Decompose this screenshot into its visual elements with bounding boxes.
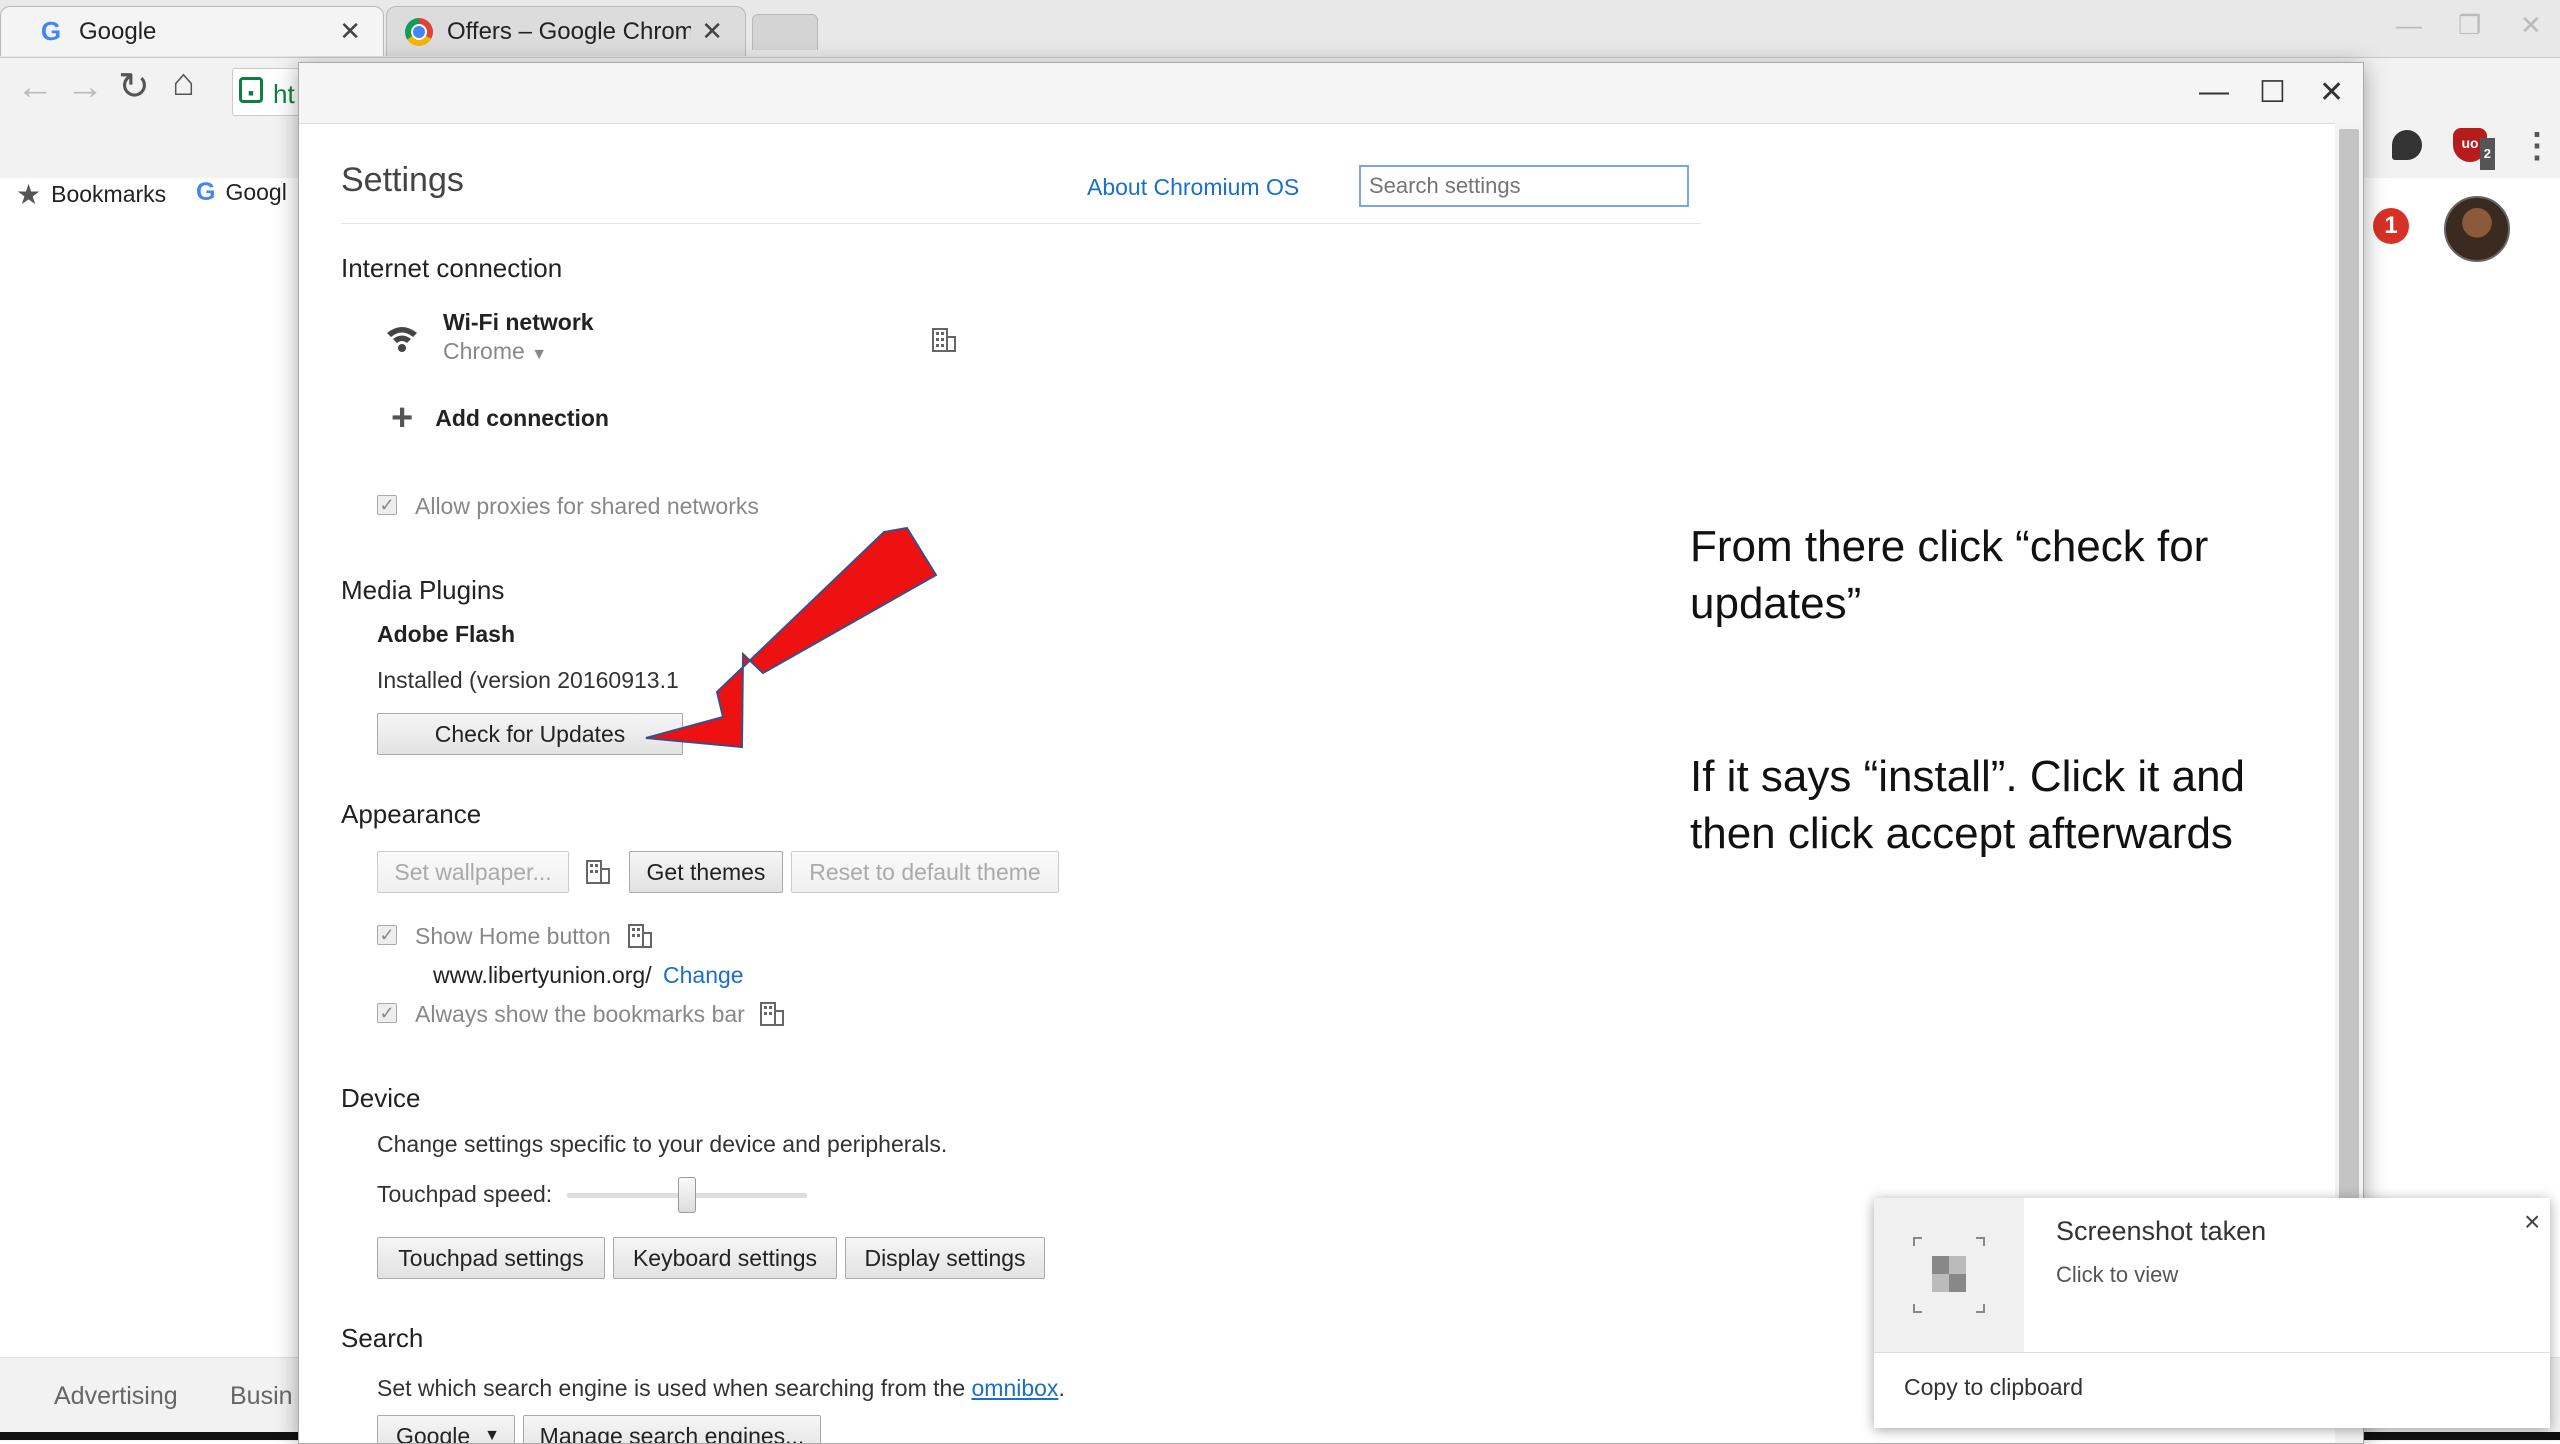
appearance-heading: Appearance bbox=[341, 799, 481, 830]
about-chromium-link[interactable]: About Chromium OS bbox=[1087, 174, 1299, 201]
device-description: Change settings specific to your device … bbox=[377, 1131, 947, 1158]
annotation-text-1: From there click “check for updates” bbox=[1690, 518, 2310, 632]
screenshot-toast[interactable]: Screenshot taken Click to view × Copy to… bbox=[1874, 1198, 2550, 1428]
add-connection-button[interactable]: + Add connection bbox=[391, 403, 609, 433]
wifi-icon bbox=[385, 325, 419, 353]
enterprise-policy-icon bbox=[627, 923, 653, 949]
home-icon[interactable]: ⌂ bbox=[172, 62, 195, 105]
enterprise-policy-icon bbox=[585, 859, 611, 885]
screenshot-thumbnail[interactable] bbox=[1874, 1198, 2024, 1352]
bookmark-label: Bookmarks bbox=[51, 181, 166, 208]
omnibox-url: ht bbox=[273, 79, 295, 110]
tab-offers[interactable]: Offers – Google Chrome ✕ bbox=[386, 6, 746, 56]
ublock-extension-icon[interactable]: uo2 bbox=[2453, 128, 2487, 162]
divider bbox=[341, 223, 1701, 224]
copy-to-clipboard-button[interactable]: Copy to clipboard bbox=[1904, 1374, 2083, 1401]
tab-strip: G Google ✕ Offers – Google Chrome ✕ — ❐ … bbox=[0, 0, 2560, 58]
footer-link-business[interactable]: Busin bbox=[230, 1382, 293, 1411]
extension-badge: 2 bbox=[2480, 138, 2495, 170]
search-settings-input[interactable] bbox=[1359, 165, 1689, 207]
restore-icon[interactable]: ❐ bbox=[2458, 10, 2481, 41]
plus-icon: + bbox=[391, 403, 413, 433]
media-plugins-heading: Media Plugins bbox=[341, 575, 504, 606]
maximize-icon[interactable]: ☐ bbox=[2259, 75, 2286, 110]
omnibox-link[interactable]: omnibox bbox=[972, 1375, 1059, 1401]
add-connection-label: Add connection bbox=[435, 405, 609, 432]
get-themes-button[interactable]: Get themes bbox=[629, 851, 783, 893]
star-icon: ★ bbox=[16, 178, 41, 211]
internet-heading: Internet connection bbox=[341, 253, 562, 284]
toast-subtitle[interactable]: Click to view bbox=[2056, 1262, 2178, 1288]
show-home-checkbox[interactable]: ✓ bbox=[377, 925, 397, 945]
settings-titlebar: — ☐ ✕ bbox=[299, 63, 2363, 124]
search-heading: Search bbox=[341, 1323, 423, 1354]
network-name: Wi-Fi network bbox=[443, 309, 594, 336]
chevron-down-icon: ▼ bbox=[484, 1427, 500, 1444]
red-arrow-annotation bbox=[640, 510, 960, 770]
show-bookmarks-checkbox[interactable]: ✓ bbox=[377, 1003, 397, 1023]
home-url: www.libertyunion.org/ bbox=[433, 962, 652, 989]
search-description: Set which search engine is used when sea… bbox=[377, 1375, 1065, 1402]
bookmark-label: Googl bbox=[225, 179, 286, 206]
plugin-name: Adobe Flash bbox=[377, 621, 515, 648]
footer-link-advertising[interactable]: Advertising bbox=[54, 1382, 178, 1411]
network-sub: Chrome ▼ bbox=[443, 338, 594, 365]
close-icon[interactable]: × bbox=[2524, 1206, 2540, 1238]
wifi-network-item[interactable]: Wi-Fi network Chrome ▼ bbox=[443, 309, 594, 365]
enterprise-policy-icon bbox=[759, 1001, 785, 1027]
reset-theme-button[interactable]: Reset to default theme bbox=[791, 851, 1059, 893]
lock-icon: ▪ bbox=[239, 77, 263, 103]
show-bookmarks-label: Always show the bookmarks bar bbox=[415, 1001, 745, 1028]
search-description-end: . bbox=[1058, 1375, 1064, 1401]
tab-google[interactable]: G Google ✕ bbox=[0, 6, 384, 56]
allow-proxies-checkbox[interactable]: ✓ bbox=[377, 495, 397, 515]
close-icon[interactable]: ✕ bbox=[2319, 75, 2344, 110]
bookmarks-menu[interactable]: ★ Bookmarks bbox=[16, 178, 166, 211]
device-heading: Device bbox=[341, 1083, 420, 1114]
set-wallpaper-button[interactable]: Set wallpaper... bbox=[377, 851, 569, 893]
close-window-icon[interactable]: ✕ bbox=[2520, 10, 2542, 41]
new-tab-button[interactable] bbox=[752, 14, 818, 50]
plugin-version: Installed (version 20160913.1 bbox=[377, 667, 679, 694]
toast-title: Screenshot taken bbox=[2056, 1216, 2266, 1247]
minimize-icon[interactable]: — bbox=[2396, 10, 2422, 41]
touchpad-settings-button[interactable]: Touchpad settings bbox=[377, 1237, 605, 1279]
screenshot-icon bbox=[1874, 1198, 2024, 1352]
close-tab-icon[interactable]: ✕ bbox=[339, 16, 361, 47]
back-icon[interactable]: ← bbox=[16, 66, 54, 109]
network-sub-label: Chrome bbox=[443, 338, 525, 364]
keyboard-settings-button[interactable]: Keyboard settings bbox=[613, 1237, 837, 1279]
avatar[interactable] bbox=[2444, 196, 2510, 262]
slider-handle[interactable] bbox=[678, 1177, 696, 1213]
menu-kebab-icon[interactable]: ⋮ bbox=[2520, 126, 2554, 166]
close-tab-icon[interactable]: ✕ bbox=[701, 16, 723, 47]
forward-icon[interactable]: → bbox=[66, 66, 104, 109]
search-description-text: Set which search engine is used when sea… bbox=[377, 1375, 972, 1401]
google-g-icon: G bbox=[196, 178, 215, 207]
divider bbox=[1874, 1352, 2550, 1353]
annotation-text-2: If it says “install”. Click it and then … bbox=[1690, 748, 2310, 862]
google-g-icon: G bbox=[37, 18, 65, 46]
reload-icon[interactable]: ↻ bbox=[118, 64, 150, 109]
scrollbar-thumb[interactable] bbox=[2339, 129, 2359, 1223]
bookmark-google[interactable]: G Googl bbox=[196, 178, 287, 207]
display-settings-button[interactable]: Display settings bbox=[845, 1237, 1045, 1279]
extension-chat-icon[interactable] bbox=[2392, 130, 2422, 160]
chevron-down-icon: ▼ bbox=[531, 346, 547, 363]
touchpad-speed-label: Touchpad speed: bbox=[377, 1181, 552, 1208]
show-home-label: Show Home button bbox=[415, 923, 611, 950]
tab-title: Offers – Google Chrome bbox=[447, 18, 691, 46]
check-for-updates-button[interactable]: Check for Updates bbox=[377, 713, 683, 755]
search-engine-value: Google bbox=[396, 1423, 470, 1444]
chrome-icon bbox=[405, 18, 433, 46]
touchpad-speed-slider[interactable] bbox=[567, 1193, 807, 1198]
minimize-icon[interactable]: — bbox=[2199, 75, 2229, 109]
notification-badge[interactable]: 1 bbox=[2373, 208, 2409, 244]
page-title: Settings bbox=[341, 161, 464, 200]
change-home-link[interactable]: Change bbox=[663, 962, 744, 989]
tab-title: Google bbox=[79, 18, 329, 46]
enterprise-policy-icon bbox=[931, 327, 957, 353]
